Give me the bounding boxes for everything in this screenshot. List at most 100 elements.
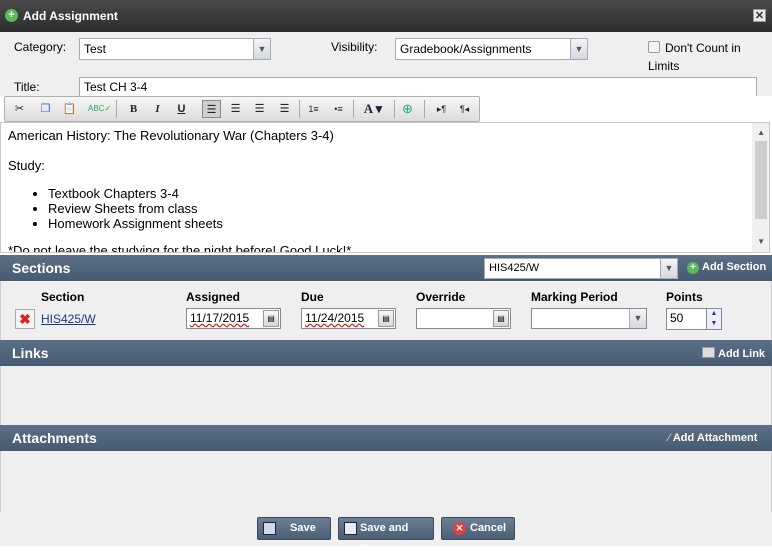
add-link-label: Add Link: [718, 348, 766, 360]
dialog-footer: Save Save and New ✕ Cancel: [0, 512, 772, 555]
add-section-label: Add Section: [702, 261, 767, 273]
save-and-new-button[interactable]: Save and New: [338, 517, 434, 555]
align-right-icon[interactable]: ☰: [250, 100, 269, 118]
underline-icon[interactable]: U: [172, 100, 191, 118]
category-value: Test: [84, 42, 107, 56]
align-center-icon[interactable]: ☰: [226, 100, 245, 118]
cut-icon[interactable]: ✂: [10, 100, 29, 118]
links-header: Links Add Link: [0, 340, 772, 366]
marking-period-select[interactable]: ▼: [531, 308, 647, 329]
scroll-down-icon[interactable]: ▼: [757, 237, 765, 246]
editor-bullet-list: Textbook Chapters 3-4 Review Sheets from…: [48, 186, 223, 231]
col-due: Due: [301, 290, 324, 304]
rtl-icon[interactable]: ¶◂: [455, 100, 474, 118]
section-select-value: HIS425/W: [489, 262, 540, 274]
calendar-icon[interactable]: ▤: [378, 310, 394, 327]
insert-link-icon[interactable]: ⊕: [398, 100, 417, 118]
attachments-panel: [0, 451, 772, 512]
description-editor[interactable]: American History: The Revolutionary War …: [0, 122, 770, 253]
visibility-label: Visibility:: [331, 40, 378, 54]
attachments-title: Attachments: [12, 430, 97, 446]
add-icon: +: [5, 9, 18, 22]
numbered-list-icon[interactable]: 1≡: [304, 100, 323, 118]
assignment-form: Category: Test ▼ Visibility: Gradebook/A…: [0, 32, 772, 96]
points-value: 50: [670, 311, 684, 325]
calendar-icon[interactable]: ▤: [263, 310, 279, 327]
floppy-icon: [263, 522, 276, 535]
due-date-value: 11/24/2015: [305, 311, 365, 325]
editor-toolbar: ✂ ❐ 📋 ABC✓ B I U ☰ ☰ ☰ ☰ 1≡ •≡ A ▾ ⊕ ▸¶ …: [4, 96, 480, 122]
sections-title: Sections: [12, 260, 71, 276]
title-input[interactable]: Test CH 3-4: [79, 77, 757, 96]
bullet-list-icon[interactable]: •≡: [329, 100, 348, 118]
dont-count-label-2: Limits: [648, 59, 680, 73]
justify-icon[interactable]: ☰: [275, 100, 294, 118]
add-attachment-button[interactable]: ⁄ Add Attachment: [668, 432, 757, 444]
category-select[interactable]: Test ▼: [79, 38, 271, 60]
font-color-icon[interactable]: A ▾: [359, 100, 387, 118]
cancel-label: Cancel: [470, 522, 507, 534]
save-new-icon: [344, 522, 357, 535]
italic-icon[interactable]: I: [148, 100, 167, 118]
assigned-date-input[interactable]: 11/17/2015 ▤: [186, 308, 281, 329]
save-label: Save: [290, 522, 316, 534]
editor-line: *Do not leave the studying for the night…: [8, 243, 352, 253]
paste-icon[interactable]: 📋: [60, 100, 79, 118]
visibility-value: Gradebook/Assignments: [400, 42, 532, 56]
spellcheck-icon[interactable]: ABC✓: [88, 100, 111, 118]
title-label: Title:: [14, 80, 40, 94]
increment-icon[interactable]: ▲: [706, 309, 721, 319]
cancel-button[interactable]: ✕ Cancel: [441, 517, 515, 540]
copy-icon[interactable]: ❐: [36, 100, 55, 118]
dialog-titlebar: + Add Assignment ✕: [0, 0, 772, 32]
links-panel: [0, 366, 772, 425]
editor-line: Study:: [8, 158, 45, 173]
attachments-header: Attachments ⁄ Add Attachment: [0, 425, 772, 451]
col-marking-period: Marking Period: [531, 290, 618, 304]
points-stepper[interactable]: 50 ▲ ▼: [666, 308, 722, 330]
sections-panel: Section Assigned Due Override Marking Pe…: [0, 281, 772, 340]
list-item: Homework Assignment sheets: [48, 216, 223, 231]
col-assigned: Assigned: [186, 290, 241, 304]
col-override: Override: [416, 290, 466, 304]
assigned-date-value: 11/17/2015: [190, 311, 250, 325]
add-attachment-label: Add Attachment: [672, 432, 758, 444]
due-date-input[interactable]: 11/24/2015 ▤: [301, 308, 396, 329]
save-and-new-label: Save and New: [360, 522, 409, 555]
decrement-icon[interactable]: ▼: [706, 319, 721, 329]
category-label: Category:: [14, 40, 67, 54]
col-points: Points: [666, 290, 703, 304]
add-section-button[interactable]: + Add Section: [687, 261, 766, 274]
cancel-icon: ✕: [453, 522, 466, 535]
scroll-thumb[interactable]: [755, 141, 767, 219]
dont-count-checkbox[interactable]: [648, 41, 660, 53]
editor-scrollbar[interactable]: ▲ ▼: [752, 123, 769, 252]
visibility-select[interactable]: Gradebook/Assignments ▼: [395, 38, 588, 60]
remove-section-icon[interactable]: ✖: [15, 309, 35, 329]
links-title: Links: [12, 345, 49, 361]
override-date-input[interactable]: ▤: [416, 308, 511, 329]
calendar-icon[interactable]: ▤: [493, 310, 509, 327]
chevron-down-icon: ▼: [570, 39, 587, 59]
add-icon: +: [687, 262, 699, 274]
section-select[interactable]: HIS425/W ▼: [484, 258, 678, 279]
bold-icon[interactable]: B: [124, 100, 143, 118]
section-link[interactable]: HIS425/W: [41, 312, 96, 326]
list-item: Review Sheets from class: [48, 201, 223, 216]
chevron-down-icon: ▼: [253, 39, 270, 59]
dialog-title: Add Assignment: [23, 9, 118, 23]
col-section: Section: [41, 290, 85, 304]
chevron-down-icon: ▼: [660, 259, 677, 278]
paperclip-icon: ⁄: [668, 432, 670, 444]
dont-count-label: Don't Count in: [665, 41, 741, 55]
link-icon: [702, 347, 715, 358]
save-button[interactable]: Save: [257, 517, 331, 540]
sections-header: Sections HIS425/W ▼ + Add Section: [0, 255, 772, 281]
chevron-down-icon: ▼: [629, 309, 646, 328]
close-icon[interactable]: ✕: [753, 9, 766, 22]
add-link-button[interactable]: Add Link: [702, 347, 765, 360]
align-left-icon[interactable]: ☰: [202, 100, 221, 118]
scroll-up-icon[interactable]: ▲: [757, 128, 765, 137]
list-item: Textbook Chapters 3-4: [48, 186, 223, 201]
ltr-icon[interactable]: ▸¶: [432, 100, 451, 118]
